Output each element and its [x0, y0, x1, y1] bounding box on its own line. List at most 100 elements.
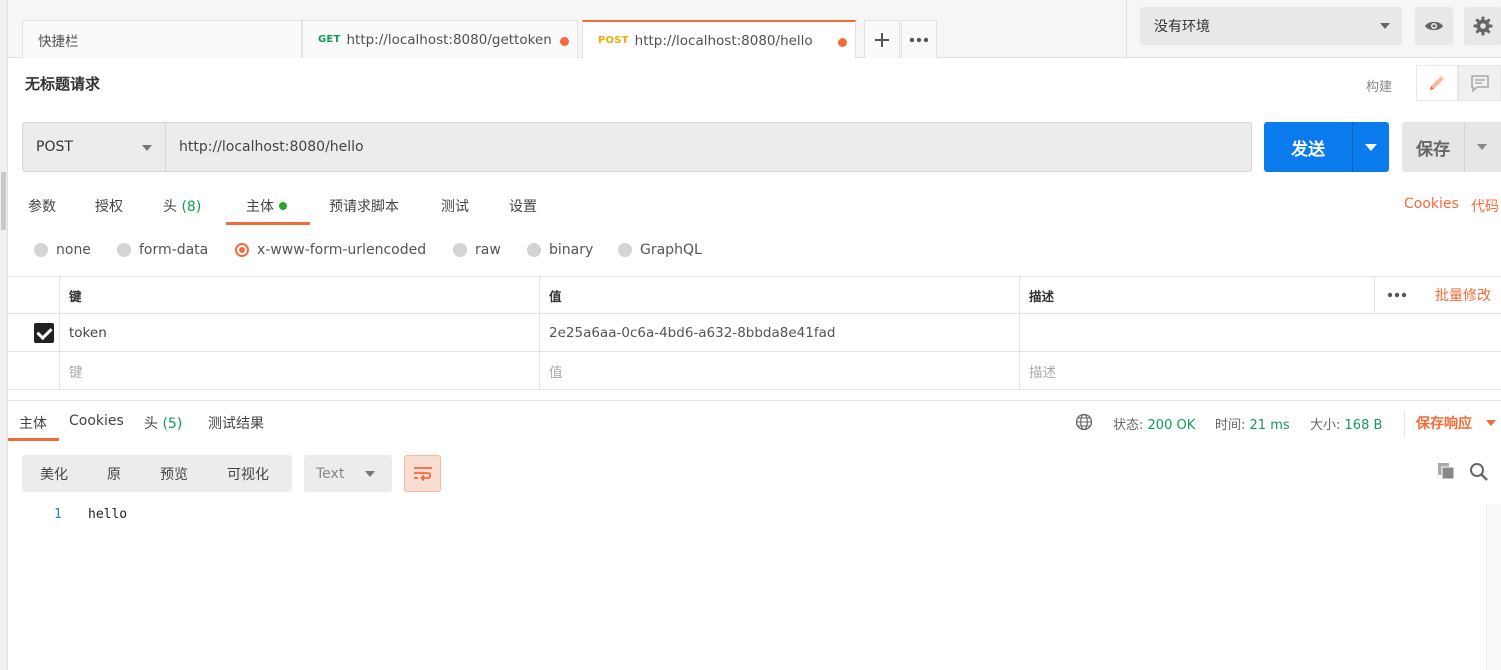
- url-input[interactable]: [165, 122, 1252, 172]
- edit-button[interactable]: [1416, 65, 1458, 101]
- globe-icon[interactable]: [1075, 413, 1093, 431]
- view-mode-group: 美化 原 预览 可视化: [22, 455, 292, 492]
- tab-params[interactable]: 参数: [28, 196, 56, 216]
- chevron-down-icon[interactable]: [1486, 420, 1496, 426]
- tab-tests[interactable]: 测试: [441, 196, 469, 216]
- time-info[interactable]: 时间: 21 ms: [1215, 414, 1290, 433]
- tab-authorization[interactable]: 授权: [95, 196, 123, 216]
- param-value-cell[interactable]: 2e25a6aa-0c6a-4bd6-a632-8bbda8e41fad: [539, 314, 1019, 351]
- tab-hello[interactable]: POST http://localhost:8080/hello: [582, 20, 856, 59]
- copy-icon[interactable]: [1437, 462, 1455, 480]
- send-options-button[interactable]: [1352, 122, 1389, 172]
- unsaved-dot: [560, 37, 569, 46]
- response-tab-cookies[interactable]: Cookies: [69, 413, 124, 429]
- settings-button[interactable]: [1464, 7, 1501, 45]
- tab-body[interactable]: 主体: [246, 196, 287, 216]
- method-select[interactable]: POST: [22, 122, 166, 172]
- radio-icon: [618, 243, 632, 257]
- response-tab-test-results[interactable]: 测试结果: [208, 413, 264, 433]
- format-select[interactable]: Text: [304, 455, 392, 492]
- save-options-button[interactable]: [1464, 122, 1501, 172]
- size-value: 168 B: [1344, 418, 1383, 433]
- body-mode-binary[interactable]: binary: [527, 242, 593, 258]
- comment-icon: [1470, 75, 1489, 92]
- bulk-edit-link[interactable]: 批量修改: [1426, 277, 1501, 313]
- radio-label: binary: [549, 242, 594, 258]
- new-description-input[interactable]: 描述: [1019, 352, 1501, 389]
- tab-method: POST: [598, 35, 629, 46]
- cookies-link[interactable]: Cookies: [1404, 196, 1459, 212]
- chevron-down-icon: [365, 471, 375, 477]
- radio-selected-icon: [235, 243, 249, 257]
- table-row-new: 键 值 描述: [8, 352, 1501, 390]
- response-divider: [8, 400, 1501, 401]
- code-link[interactable]: 代码: [1471, 196, 1499, 216]
- body-mode-graphql[interactable]: GraphQL: [618, 242, 702, 258]
- status-info[interactable]: 状态: 200 OK: [1113, 414, 1195, 433]
- environment-quick-look-button[interactable]: [1415, 7, 1453, 45]
- view-preview-button[interactable]: 预览: [160, 464, 188, 484]
- plus-icon: [875, 32, 889, 47]
- body-mode-none[interactable]: none: [34, 242, 91, 258]
- new-value-input[interactable]: 值: [539, 352, 1019, 389]
- eye-icon: [1425, 21, 1443, 31]
- view-pretty-button[interactable]: 美化: [40, 464, 68, 484]
- status-value: 200 OK: [1147, 418, 1196, 433]
- headers-count: (8): [181, 199, 202, 215]
- response-body-text[interactable]: hello: [88, 507, 127, 522]
- view-raw-button[interactable]: 原: [107, 464, 121, 484]
- radio-icon: [117, 243, 131, 257]
- tab-body-label: 主体: [246, 199, 274, 215]
- pencil-icon: [1430, 76, 1444, 90]
- new-tab-button[interactable]: [864, 20, 900, 58]
- active-tab-underline: [226, 222, 310, 225]
- body-mode-urlencoded[interactable]: x-www-form-urlencoded: [235, 242, 426, 258]
- more-tabs-button[interactable]: [901, 20, 937, 58]
- tab-gettoken[interactable]: GET http://localhost:8080/gettoken: [302, 20, 578, 58]
- table-header-row: 键 值 描述 批量修改: [8, 276, 1501, 314]
- tab-label: http://localhost:8080/gettoken: [346, 31, 552, 48]
- send-button[interactable]: 发送: [1264, 122, 1352, 172]
- param-description-cell[interactable]: [1019, 314, 1501, 351]
- gear-icon: [1473, 16, 1493, 36]
- tab-bar: 快捷栏 GET http://localhost:8080/gettoken P…: [8, 0, 1126, 59]
- size-info[interactable]: 大小: 168 B: [1310, 414, 1382, 433]
- table-row: token 2e25a6aa-0c6a-4bd6-a632-8bbda8e41f…: [8, 314, 1501, 352]
- tab-prerequest-script[interactable]: 预请求脚本: [329, 196, 399, 216]
- row-checkbox[interactable]: [34, 323, 54, 343]
- chevron-down-icon: [142, 145, 152, 151]
- unsaved-dot: [838, 38, 847, 47]
- comments-button[interactable]: [1458, 65, 1501, 101]
- scroll-thumb[interactable]: [1, 172, 6, 230]
- response-headers-label: 头: [144, 416, 158, 432]
- wrap-lines-button[interactable]: [404, 455, 441, 492]
- view-visualize-button[interactable]: 可视化: [227, 464, 269, 484]
- response-scrollbar[interactable]: [1486, 504, 1501, 670]
- search-icon[interactable]: [1469, 462, 1489, 482]
- response-tab-body[interactable]: 主体: [19, 413, 47, 433]
- environment-select[interactable]: 没有环境: [1140, 7, 1402, 45]
- wrap-icon: [413, 466, 432, 481]
- save-response-button[interactable]: 保存响应: [1416, 413, 1472, 433]
- new-key-input[interactable]: 键: [59, 352, 539, 389]
- active-response-tab-underline: [8, 438, 59, 441]
- param-key-cell[interactable]: token: [59, 314, 539, 351]
- body-mode-raw[interactable]: raw: [453, 242, 501, 258]
- more-icon: [1387, 292, 1406, 298]
- body-mode-form-data[interactable]: form-data: [117, 242, 208, 258]
- more-icon: [909, 37, 929, 42]
- tab-label: http://localhost:8080/hello: [634, 32, 813, 49]
- column-options-button[interactable]: [1374, 277, 1418, 313]
- response-tab-headers[interactable]: 头 (5): [144, 413, 182, 433]
- method-label: POST: [36, 139, 73, 155]
- left-scrollbar[interactable]: [0, 0, 8, 670]
- request-title[interactable]: 无标题请求: [25, 73, 100, 94]
- tab-settings[interactable]: 设置: [509, 196, 537, 216]
- environment-label: 没有环境: [1154, 19, 1210, 35]
- tab-headers[interactable]: 头 (8): [163, 196, 201, 216]
- params-table: 键 值 描述 批量修改 token 2e25a6aa-0c6a-4bd6-a63…: [8, 276, 1501, 390]
- radio-label: x-www-form-urlencoded: [257, 242, 427, 258]
- body-indicator-dot: [279, 202, 287, 210]
- save-button[interactable]: 保存: [1402, 122, 1464, 172]
- tab-shortcuts[interactable]: 快捷栏: [22, 20, 302, 58]
